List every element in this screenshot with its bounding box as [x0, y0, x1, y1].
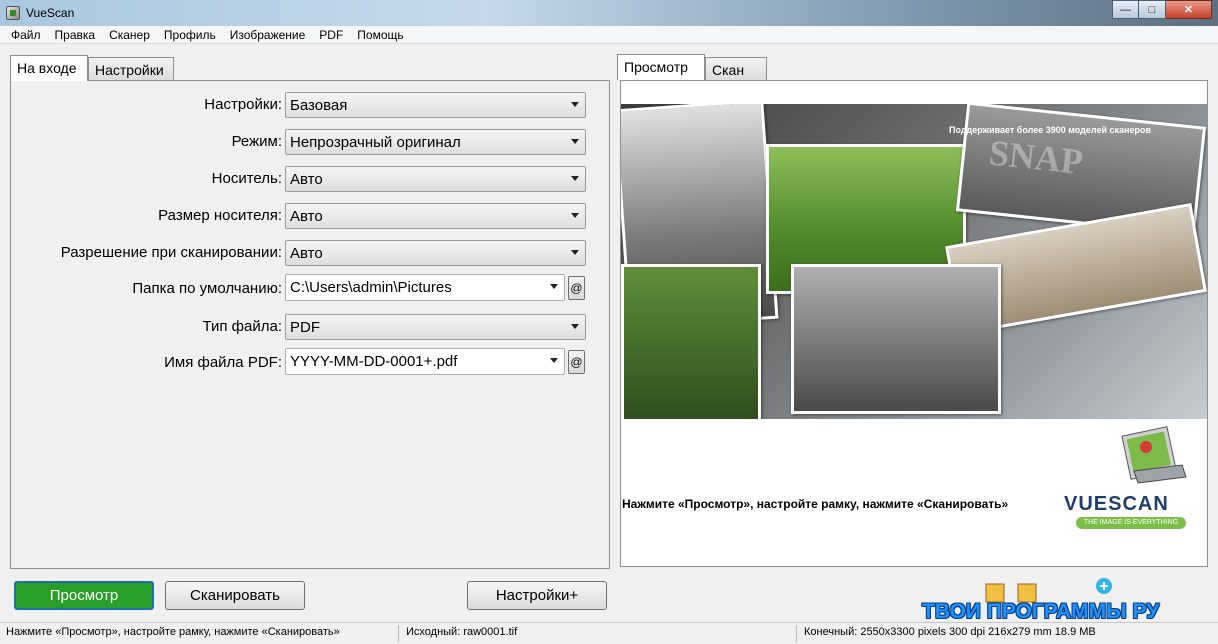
chevron-down-icon: [571, 250, 579, 255]
chevron-down-icon: [571, 139, 579, 144]
menu-image[interactable]: Изображение: [223, 27, 313, 43]
menu-bar: Файл Правка Сканер Профиль Изображение P…: [0, 26, 1218, 44]
media-size-select[interactable]: Авто: [285, 203, 586, 229]
pdf-name-input[interactable]: YYYY-MM-DD-0001+.pdf: [285, 348, 565, 375]
collage-caption: Поддерживает более 3900 моделей сканеров: [949, 125, 1152, 135]
media-size-label: Размер носителя:: [158, 207, 282, 224]
tab-preview[interactable]: Просмотр: [617, 54, 705, 80]
app-icon: [6, 6, 20, 20]
chevron-down-icon[interactable]: [550, 358, 558, 363]
mode-label: Режим:: [231, 133, 282, 150]
menu-edit[interactable]: Правка: [48, 27, 103, 43]
media-label: Носитель:: [211, 170, 282, 187]
file-type-label: Тип файла:: [202, 318, 283, 335]
media-value: Авто: [290, 171, 323, 188]
scan-button[interactable]: Сканировать: [165, 581, 305, 610]
pdf-name-value: YYYY-MM-DD-0001+.pdf: [290, 353, 458, 370]
title-bar: VueScan — □ ✕: [0, 0, 1218, 26]
tab-scan[interactable]: Скан: [705, 57, 767, 81]
tab-settings[interactable]: Настройки: [88, 57, 174, 81]
status-divider: [796, 625, 797, 642]
menu-scanner[interactable]: Сканер: [102, 27, 157, 43]
media-select[interactable]: Авто: [285, 166, 586, 192]
menu-profile[interactable]: Профиль: [157, 27, 223, 43]
status-source: Исходный: raw0001.tif: [406, 626, 518, 638]
chevron-down-icon: [571, 176, 579, 181]
maximize-button[interactable]: □: [1139, 0, 1166, 19]
folder-input[interactable]: C:\Users\admin\Pictures: [285, 274, 565, 301]
chevron-down-icon: [571, 324, 579, 329]
pdf-name-label: Имя файла PDF:: [164, 354, 282, 371]
collage-snap-text: SNAP: [987, 132, 1085, 183]
more-settings-button[interactable]: Настройки+: [467, 581, 607, 610]
resolution-select[interactable]: Авто: [285, 240, 586, 266]
minimize-button[interactable]: —: [1112, 0, 1139, 19]
tab-input[interactable]: На входе: [10, 55, 88, 81]
status-output: Конечный: 2550x3300 pixels 300 dpi 216x2…: [804, 626, 1096, 638]
menu-help[interactable]: Помощь: [350, 27, 410, 43]
folder-at-button[interactable]: @: [568, 276, 585, 300]
dog-photo: [621, 264, 761, 419]
menu-file[interactable]: Файл: [4, 27, 48, 43]
chevron-down-icon: [571, 213, 579, 218]
chevron-down-icon[interactable]: [550, 284, 558, 289]
status-bar: Нажмите «Просмотр», настройте рамку, наж…: [0, 622, 1218, 644]
logo-tagline: THE IMAGE IS EVERYTHING: [1076, 517, 1186, 529]
chevron-down-icon: [571, 102, 579, 107]
file-type-value: PDF: [290, 319, 320, 336]
status-hint: Нажмите «Просмотр», настройте рамку, наж…: [6, 626, 340, 638]
folder-value: C:\Users\admin\Pictures: [290, 279, 452, 296]
settings-select[interactable]: Базовая: [285, 92, 586, 118]
close-button[interactable]: ✕: [1166, 0, 1212, 19]
preview-hint: Нажмите «Просмотр», настройте рамку, наж…: [622, 497, 1009, 511]
preview-collage-image: SNAP Поддерживает более 3900 моделей ска…: [621, 104, 1207, 419]
mode-value: Непрозрачный оригинал: [290, 134, 461, 151]
vuescan-logo: VUESCAN THE IMAGE IS EVERYTHING: [1056, 425, 1196, 540]
folder-label: Папка по умолчанию:: [132, 280, 282, 297]
boys-photo: [791, 264, 1001, 414]
status-divider: [398, 625, 399, 642]
window-controls: — □ ✕: [1112, 0, 1212, 19]
preview-button[interactable]: Просмотр: [14, 581, 154, 610]
watermark-text: ТВОИ ПРОГРАММЫ РУ: [922, 600, 1160, 623]
resolution-value: Авто: [290, 245, 323, 262]
settings-value: Базовая: [290, 97, 348, 114]
logo-text: VUESCAN: [1064, 493, 1169, 515]
file-type-select[interactable]: PDF: [285, 314, 586, 340]
mode-select[interactable]: Непрозрачный оригинал: [285, 129, 586, 155]
media-size-value: Авто: [290, 208, 323, 225]
settings-label: Настройки:: [204, 96, 282, 113]
resolution-label: Разрешение при сканировании:: [60, 244, 282, 261]
window-title: VueScan: [26, 6, 75, 20]
menu-pdf[interactable]: PDF: [312, 27, 350, 43]
pdf-name-at-button[interactable]: @: [568, 350, 585, 374]
